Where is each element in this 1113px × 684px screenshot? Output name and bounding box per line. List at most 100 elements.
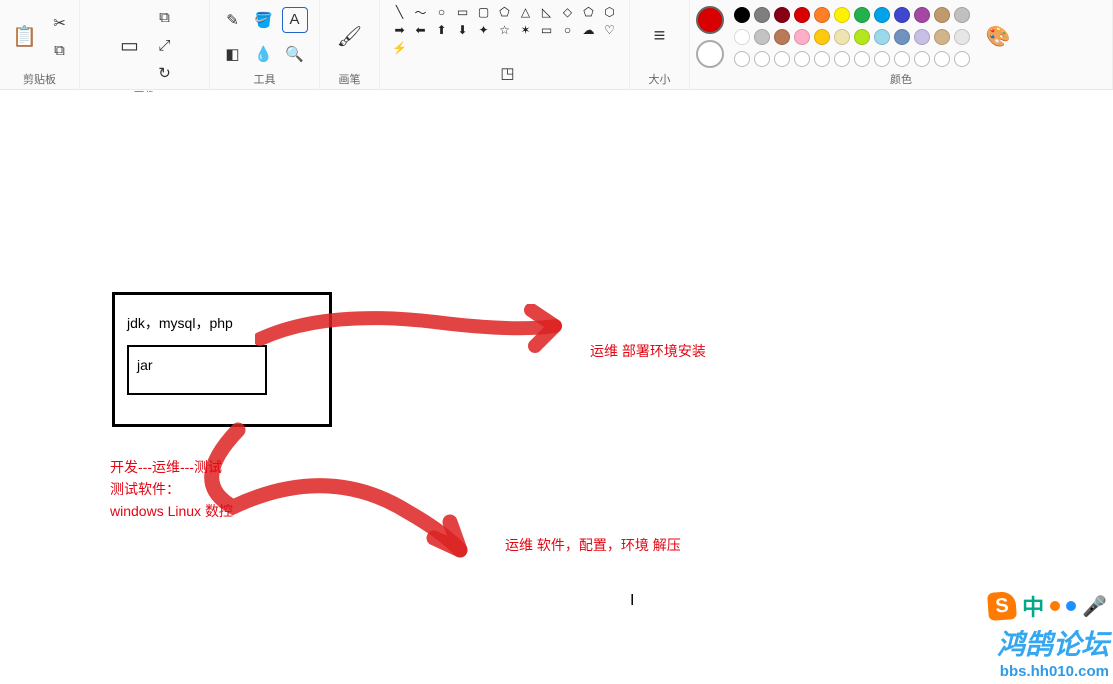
shape-callout1[interactable]: ▭ [538, 22, 556, 38]
zoom-tool[interactable]: 🔍 [282, 41, 308, 67]
shape-diamond[interactable]: ◇ [559, 4, 577, 20]
color-swatch[interactable] [954, 7, 970, 23]
shape-star6[interactable]: ✶ [517, 22, 535, 38]
color-primary[interactable] [696, 6, 724, 34]
color-swatch[interactable] [854, 7, 870, 23]
shape-rtri[interactable]: ◺ [538, 4, 556, 20]
shape-polygon[interactable]: ⬠ [496, 4, 514, 20]
color-swatch[interactable] [754, 7, 770, 23]
palette-row-1 [734, 7, 970, 23]
watermark-line1: 鸿鹄论坛 [997, 623, 1109, 663]
color-swatch-empty[interactable] [754, 51, 770, 67]
cut-button[interactable]: ✂ [47, 10, 73, 36]
color-swatch[interactable] [954, 29, 970, 45]
color-swatch-empty[interactable] [774, 51, 790, 67]
brush-button[interactable]: 🖌 [332, 19, 368, 55]
palette-row-2 [734, 29, 970, 45]
shape-arrow-u[interactable]: ⬆ [433, 22, 451, 38]
picker-tool[interactable]: 💧 [251, 41, 277, 67]
shape-triangle[interactable]: △ [517, 4, 535, 20]
copy-button[interactable]: ⧉ [47, 38, 73, 64]
shape-star5[interactable]: ☆ [496, 22, 514, 38]
color-swatch[interactable] [834, 29, 850, 45]
color-swatch[interactable] [754, 29, 770, 45]
shape-outline-button[interactable]: ◳ [495, 60, 521, 86]
color-swatch-empty[interactable] [834, 51, 850, 67]
fill-tool[interactable]: 🪣 [251, 7, 277, 33]
color-swatch[interactable] [834, 7, 850, 23]
color-swatch-empty[interactable] [954, 51, 970, 67]
color-swatch[interactable] [894, 29, 910, 45]
color-swatch-empty[interactable] [814, 51, 830, 67]
color-swatch[interactable] [874, 7, 890, 23]
group-label: 大小 [649, 69, 671, 87]
shape-arrow-d[interactable]: ⬇ [454, 22, 472, 38]
color-swatch[interactable] [734, 7, 750, 23]
text-tool[interactable]: A [282, 7, 308, 33]
shape-line[interactable]: ╲ [391, 4, 409, 20]
group-image: ▭ ⧉ ⤢ ↻ 图像 [80, 0, 210, 89]
color-swatch[interactable] [774, 29, 790, 45]
color-swatch[interactable] [854, 29, 870, 45]
size-button[interactable]: ≡ [642, 19, 678, 55]
color-swatch[interactable] [774, 7, 790, 23]
shape-heart[interactable]: ♡ [601, 22, 619, 38]
paint-canvas[interactable]: jdk，mysql，php jar 开发---运维---测试 测试软件： win… [0, 92, 1113, 684]
color-swatch-empty[interactable] [794, 51, 810, 67]
group-tools: ✎ 🪣 A ◧ 💧 🔍 工具 [210, 0, 320, 89]
color-swatch[interactable] [914, 29, 930, 45]
paste-button[interactable]: 📋 [7, 19, 43, 55]
canvas-text-ann3: 运维 软件，配置，环境 解压 [505, 534, 681, 556]
mic-icon[interactable]: 🎤 [1082, 594, 1107, 619]
shape-roundrect[interactable]: ▢ [475, 4, 493, 20]
rotate-button[interactable]: ↻ [152, 60, 178, 86]
color-swatch[interactable] [934, 29, 950, 45]
ime-lang-indicator[interactable]: 中 [1022, 590, 1044, 622]
resize-button[interactable]: ⤢ [152, 32, 178, 58]
select-tool[interactable]: ▭ [112, 27, 148, 63]
color-swatch[interactable] [934, 7, 950, 23]
color-swatch-empty[interactable] [934, 51, 950, 67]
shape-arrow-r[interactable]: ➡ [391, 22, 409, 38]
shape-hexagon[interactable]: ⬡ [601, 4, 619, 20]
group-shapes: ╲ 〜 ○ ▭ ▢ ⬠ △ ◺ ◇ ⬠ ⬡ ➡ ⬅ ⬆ ⬇ ✦ ☆ ✶ ▭ ○ [380, 0, 630, 89]
color-swatch[interactable] [794, 7, 810, 23]
shape-lightning[interactable]: ⚡ [391, 40, 409, 56]
text-caret-icon: I [630, 592, 631, 610]
color-secondary[interactable] [696, 40, 724, 68]
color-swatch-empty[interactable] [914, 51, 930, 67]
group-label: 剪贴板 [23, 69, 56, 87]
shape-star4[interactable]: ✦ [475, 22, 493, 38]
color-swatch[interactable] [794, 29, 810, 45]
sogou-badge[interactable]: S [987, 591, 1017, 621]
color-swatch-empty[interactable] [854, 51, 870, 67]
pencil-tool[interactable]: ✎ [220, 7, 246, 33]
color-swatch-empty[interactable] [734, 51, 750, 67]
eraser-tool[interactable]: ◧ [220, 41, 246, 67]
color-swatch[interactable] [874, 29, 890, 45]
shape-callout2[interactable]: ○ [559, 22, 577, 38]
color-swatch-empty[interactable] [894, 51, 910, 67]
color-swatch[interactable] [894, 7, 910, 23]
shape-curve[interactable]: 〜 [412, 4, 430, 20]
shape-oval[interactable]: ○ [433, 4, 451, 20]
group-label: 画笔 [339, 69, 361, 87]
ribbon-toolbar: 📋 ✂ ⧉ 剪贴板 ▭ ⧉ ⤢ ↻ 图像 ✎ 🪣 A ◧ 💧 🔍 [0, 0, 1113, 90]
color-swatch[interactable] [814, 29, 830, 45]
canvas-text-jar: jar [129, 347, 265, 373]
shapes-gallery[interactable]: ╲ 〜 ○ ▭ ▢ ⬠ △ ◺ ◇ ⬠ ⬡ ➡ ⬅ ⬆ ⬇ ✦ ☆ ✶ ▭ ○ [391, 4, 619, 56]
drawn-rectangle-inner: jar [127, 345, 267, 395]
group-label: 工具 [254, 69, 276, 87]
color-swatch-empty[interactable] [874, 51, 890, 67]
color-swatch[interactable] [914, 7, 930, 23]
shape-cloud[interactable]: ☁ [580, 22, 598, 38]
edit-colors-button[interactable]: 🎨 [980, 19, 1016, 55]
shape-rect[interactable]: ▭ [454, 4, 472, 20]
shape-arrow-l[interactable]: ⬅ [412, 22, 430, 38]
crop-button[interactable]: ⧉ [152, 4, 178, 30]
color-swatch[interactable] [814, 7, 830, 23]
canvas-text-jdk: jdk，mysql，php [127, 313, 233, 333]
shape-pentagon[interactable]: ⬠ [580, 4, 598, 20]
canvas-text-ann2: 运维 部署环境安装 [590, 340, 706, 362]
color-swatch[interactable] [734, 29, 750, 45]
